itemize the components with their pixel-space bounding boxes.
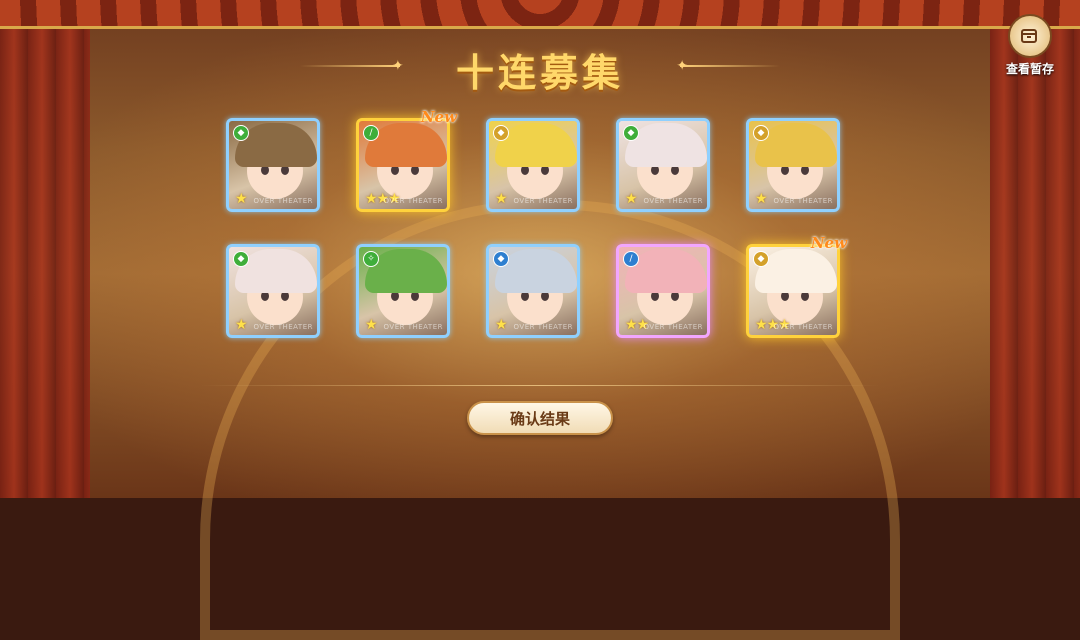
divider — [200, 385, 880, 386]
new-badge: New — [420, 108, 457, 126]
star-rating: ★ — [495, 317, 508, 333]
character-card[interactable]: / ★★ OVER THEATER — [616, 244, 710, 338]
shield-icon: ◆ — [493, 125, 509, 141]
card-watermark: OVER THEATER — [643, 197, 703, 205]
card-watermark: OVER THEATER — [643, 323, 703, 331]
shield-icon: ◆ — [753, 251, 769, 267]
new-badge: New — [810, 234, 847, 252]
curtain-valance — [0, 0, 1080, 29]
shield-icon: ◆ — [493, 251, 509, 267]
star-rating: ★ — [235, 191, 248, 207]
star-rating: ★ — [625, 191, 638, 207]
card-watermark: OVER THEATER — [513, 197, 573, 205]
character-card[interactable]: ◆ ★ OVER THEATER — [486, 244, 580, 338]
star-rating: ★ — [365, 317, 378, 333]
card-watermark: OVER THEATER — [513, 323, 573, 331]
card-watermark: OVER THEATER — [253, 197, 313, 205]
view-stash-button[interactable]: 查看暂存 — [998, 14, 1062, 77]
sword-icon: / — [623, 251, 639, 267]
card-watermark: OVER THEATER — [383, 323, 443, 331]
star-rating: ★ — [495, 191, 508, 207]
character-card[interactable]: ◆ ★ OVER THEATER — [616, 118, 710, 212]
star-rating: ★ — [755, 191, 768, 207]
box-icon — [1008, 14, 1052, 58]
page-title: 十连募集 — [455, 50, 624, 95]
character-card[interactable]: ◆ ★ OVER THEATER — [746, 118, 840, 212]
shield-icon: ◆ — [753, 125, 769, 141]
character-card[interactable]: ◆ ★★★ OVER THEATER New — [746, 234, 847, 338]
character-card[interactable]: ◆ ★ OVER THEATER — [226, 244, 320, 338]
character-card[interactable]: ◆ ★ OVER THEATER — [226, 118, 320, 212]
card-watermark: OVER THEATER — [253, 323, 313, 331]
shield-icon: ◆ — [233, 125, 249, 141]
card-watermark: OVER THEATER — [773, 323, 833, 331]
character-card[interactable]: ◆ ★ OVER THEATER — [486, 118, 580, 212]
sword-icon: / — [363, 125, 379, 141]
view-stash-label: 查看暂存 — [1005, 62, 1054, 76]
staff-icon: ✧ — [363, 251, 379, 267]
character-card[interactable]: ✧ ★ OVER THEATER — [356, 244, 450, 338]
card-watermark: OVER THEATER — [383, 197, 443, 205]
shield-icon: ◆ — [623, 125, 639, 141]
star-rating: ★ — [235, 317, 248, 333]
card-watermark: OVER THEATER — [773, 197, 833, 205]
shield-icon: ◆ — [233, 251, 249, 267]
confirm-result-button[interactable]: 确认结果 — [467, 401, 613, 435]
character-card[interactable]: / ★★★ OVER THEATER New — [356, 108, 457, 212]
